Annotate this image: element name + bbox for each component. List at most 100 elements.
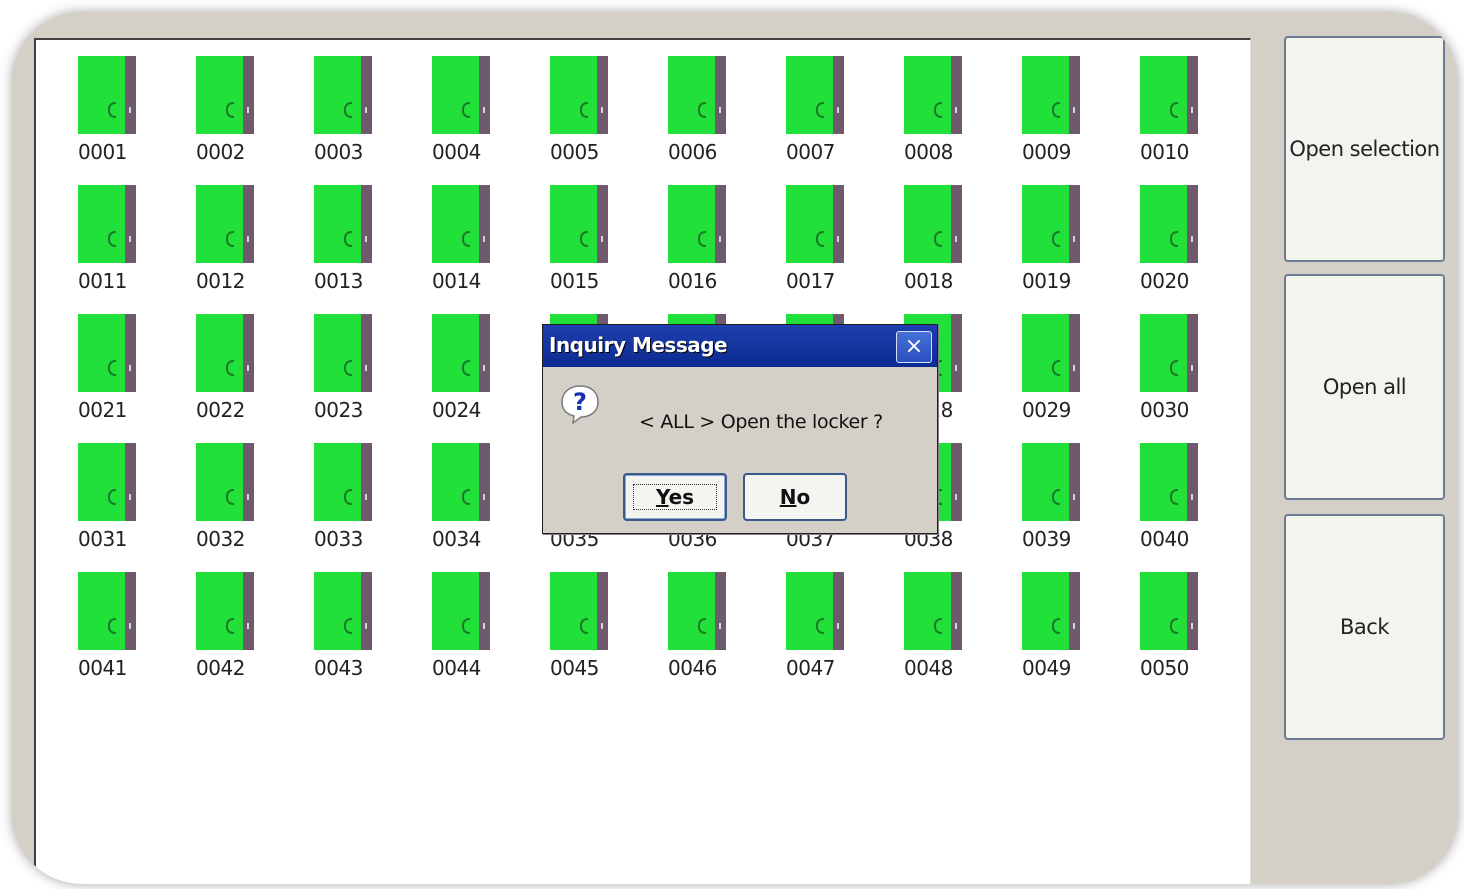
- locker-number: 0033: [314, 527, 363, 551]
- dialog-title-bar: Inquiry Message ×: [543, 325, 937, 367]
- no-button[interactable]: No: [743, 473, 847, 521]
- locker-number: 0012: [196, 269, 245, 293]
- locker-door-icon: [550, 572, 608, 650]
- locker-door-icon: [786, 56, 844, 134]
- locker-door-icon: [314, 56, 372, 134]
- locker-item[interactable]: 0049: [1002, 556, 1082, 684]
- locker-number: 0007: [786, 140, 835, 164]
- locker-number: 0024: [432, 398, 481, 422]
- locker-door-icon: [904, 572, 962, 650]
- locker-item[interactable]: 0033: [294, 427, 374, 555]
- open-all-button[interactable]: Open all: [1284, 274, 1445, 500]
- locker-item[interactable]: 0020: [1120, 169, 1200, 297]
- locker-item[interactable]: 0041: [58, 556, 138, 684]
- locker-item[interactable]: 0047: [766, 556, 846, 684]
- question-mark-icon: ?: [559, 383, 601, 425]
- locker-door-icon: [432, 314, 490, 392]
- locker-number: 0044: [432, 656, 481, 680]
- locker-number: 0018: [904, 269, 953, 293]
- locker-item[interactable]: 0006: [648, 40, 728, 168]
- locker-item[interactable]: 0044: [412, 556, 492, 684]
- locker-item[interactable]: 0013: [294, 169, 374, 297]
- locker-item[interactable]: 0021: [58, 298, 138, 426]
- locker-door-icon: [78, 314, 136, 392]
- locker-item[interactable]: 0046: [648, 556, 728, 684]
- locker-item[interactable]: 0015: [530, 169, 610, 297]
- locker-item[interactable]: 0045: [530, 556, 610, 684]
- locker-door-icon: [432, 185, 490, 263]
- open-selection-button[interactable]: Open selection: [1284, 36, 1445, 262]
- locker-door-icon: [78, 572, 136, 650]
- locker-item[interactable]: 0014: [412, 169, 492, 297]
- close-icon[interactable]: ×: [896, 331, 932, 363]
- locker-number: 0023: [314, 398, 363, 422]
- locker-number: 0017: [786, 269, 835, 293]
- locker-item[interactable]: 0003: [294, 40, 374, 168]
- locker-number: 0050: [1140, 656, 1189, 680]
- locker-item[interactable]: 0017: [766, 169, 846, 297]
- locker-number: 0041: [78, 656, 127, 680]
- locker-number: 0034: [432, 527, 481, 551]
- locker-door-icon: [432, 443, 490, 521]
- locker-door-icon: [1022, 314, 1080, 392]
- locker-number: 0040: [1140, 527, 1189, 551]
- locker-item[interactable]: 0023: [294, 298, 374, 426]
- locker-door-icon: [432, 56, 490, 134]
- locker-item[interactable]: 0018: [884, 169, 964, 297]
- locker-number: 0022: [196, 398, 245, 422]
- locker-item[interactable]: 0009: [1002, 40, 1082, 168]
- locker-door-icon: [196, 185, 254, 263]
- locker-number: 0005: [550, 140, 599, 164]
- locker-door-icon: [1140, 56, 1198, 134]
- locker-door-icon: [1022, 572, 1080, 650]
- locker-item[interactable]: 0010: [1120, 40, 1200, 168]
- locker-door-icon: [196, 443, 254, 521]
- locker-number: 0039: [1022, 527, 1071, 551]
- locker-item[interactable]: 0040: [1120, 427, 1200, 555]
- locker-item[interactable]: 0043: [294, 556, 374, 684]
- locker-item[interactable]: 0031: [58, 427, 138, 555]
- locker-item[interactable]: 0032: [176, 427, 256, 555]
- locker-item[interactable]: 0002: [176, 40, 256, 168]
- locker-number: 0011: [78, 269, 127, 293]
- locker-item[interactable]: 0016: [648, 169, 728, 297]
- locker-item[interactable]: 0001: [58, 40, 138, 168]
- locker-number: 0020: [1140, 269, 1189, 293]
- locker-item[interactable]: 0008: [884, 40, 964, 168]
- locker-door-icon: [1022, 185, 1080, 263]
- locker-number: 0014: [432, 269, 481, 293]
- locker-number: 0003: [314, 140, 363, 164]
- locker-item[interactable]: 0022: [176, 298, 256, 426]
- locker-number: 0047: [786, 656, 835, 680]
- locker-item[interactable]: 0034: [412, 427, 492, 555]
- back-button[interactable]: Back: [1284, 514, 1445, 740]
- locker-number: 0030: [1140, 398, 1189, 422]
- locker-item[interactable]: 0039: [1002, 427, 1082, 555]
- locker-number: 0043: [314, 656, 363, 680]
- locker-item[interactable]: 0012: [176, 169, 256, 297]
- yes-button[interactable]: Yes: [623, 473, 727, 521]
- locker-number: 0010: [1140, 140, 1189, 164]
- locker-item[interactable]: 0019: [1002, 169, 1082, 297]
- locker-item[interactable]: 0005: [530, 40, 610, 168]
- locker-item[interactable]: 0050: [1120, 556, 1200, 684]
- locker-item[interactable]: 0011: [58, 169, 138, 297]
- locker-door-icon: [78, 56, 136, 134]
- locker-number: 0031: [78, 527, 127, 551]
- locker-door-icon: [314, 443, 372, 521]
- locker-number: 0009: [1022, 140, 1071, 164]
- svg-text:?: ?: [573, 388, 587, 416]
- locker-number: 0032: [196, 527, 245, 551]
- locker-number: 0002: [196, 140, 245, 164]
- locker-item[interactable]: 0004: [412, 40, 492, 168]
- locker-door-icon: [550, 56, 608, 134]
- locker-item[interactable]: 0042: [176, 556, 256, 684]
- locker-item[interactable]: 0029: [1002, 298, 1082, 426]
- locker-item[interactable]: 0007: [766, 40, 846, 168]
- locker-door-icon: [78, 443, 136, 521]
- locker-item[interactable]: 0030: [1120, 298, 1200, 426]
- open-selection-label: Open selection: [1289, 137, 1440, 161]
- locker-item[interactable]: 0048: [884, 556, 964, 684]
- locker-item[interactable]: 0024: [412, 298, 492, 426]
- locker-door-icon: [78, 185, 136, 263]
